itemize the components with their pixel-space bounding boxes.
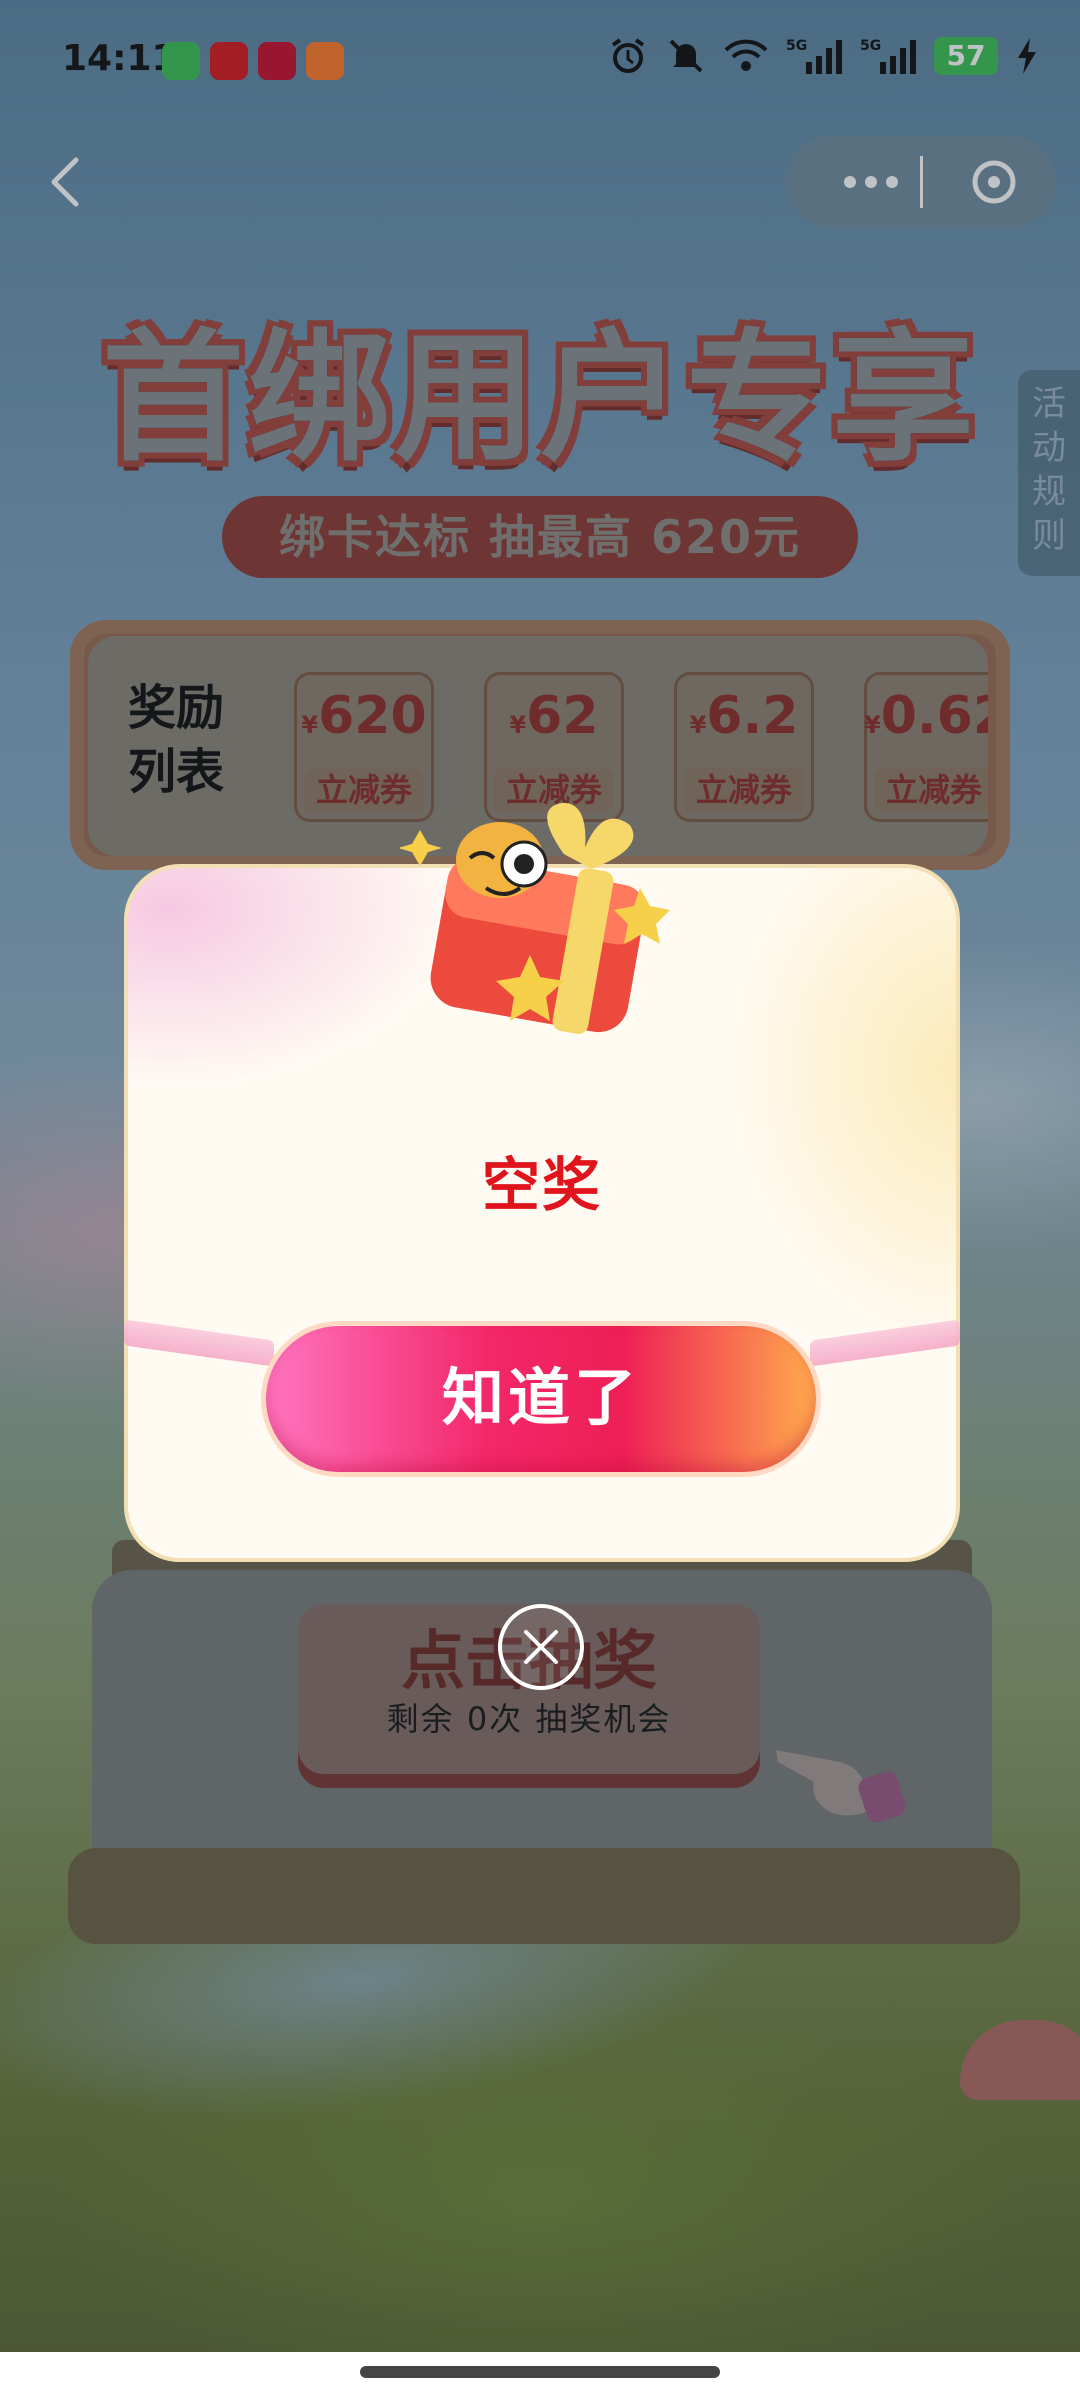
draw-result: 空奖 [481, 1151, 602, 1219]
close-icon [524, 1630, 558, 1664]
got-it-button[interactable]: 知道了 [266, 1326, 816, 1472]
close-modal-button[interactable] [498, 1604, 584, 1690]
home-indicator[interactable] [360, 2366, 720, 2378]
gift-box-mascot-icon [398, 780, 670, 1040]
